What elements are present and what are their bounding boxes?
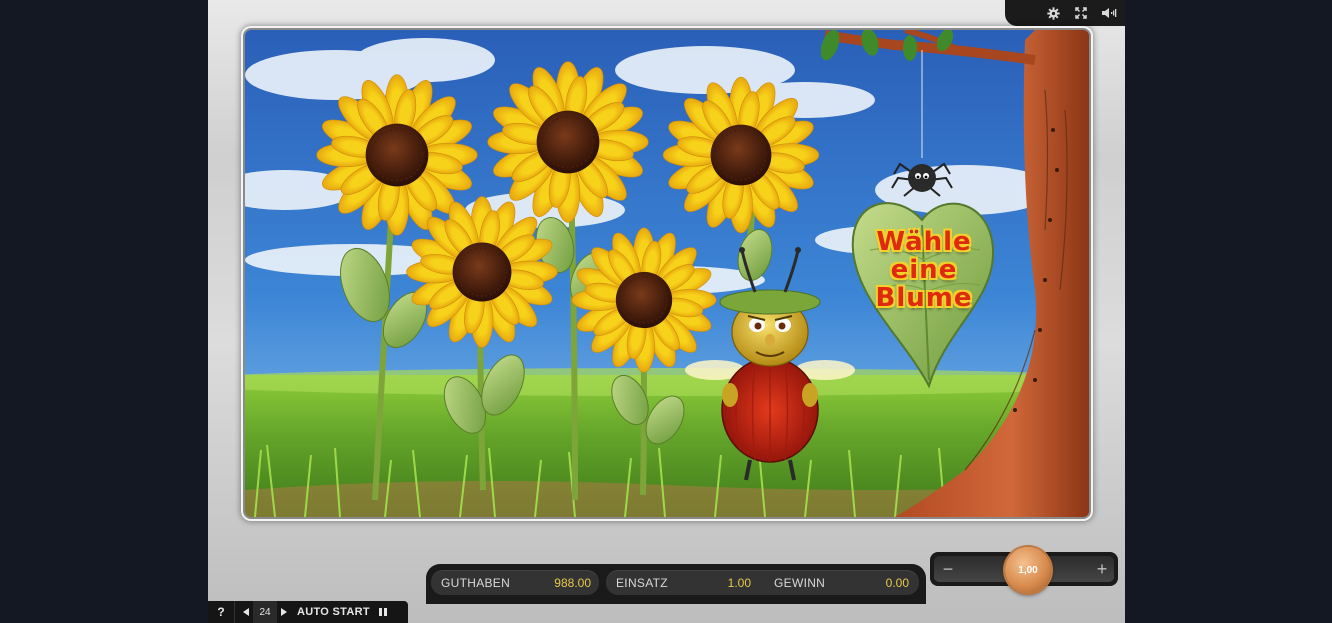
triangle-left-icon bbox=[243, 608, 249, 616]
prompt-text: Wähle eine Blume bbox=[849, 228, 999, 312]
sunflower-2[interactable] bbox=[486, 60, 650, 224]
pause-icon bbox=[378, 608, 387, 616]
speaker-icon[interactable] bbox=[1101, 5, 1117, 21]
lines-count: 24 bbox=[253, 601, 277, 623]
einsatz-value: 1.00 bbox=[727, 576, 751, 590]
lines-prev-button[interactable] bbox=[239, 601, 253, 623]
help-button[interactable]: ? bbox=[208, 601, 235, 623]
einsatz-label: EINSATZ bbox=[616, 576, 668, 590]
status-bar: GUTHABEN 988.00 EINSATZ 1.00 GEWINN 0.00 bbox=[426, 564, 926, 604]
autostart-button[interactable]: AUTO START bbox=[291, 601, 376, 623]
stake-plus-button[interactable]: + bbox=[1090, 556, 1114, 582]
gewinn-value: 0.00 bbox=[885, 576, 909, 590]
sunflower-3[interactable] bbox=[662, 76, 820, 234]
pause-button[interactable] bbox=[376, 601, 390, 623]
stake-selector: − + 1,00 bbox=[930, 547, 1118, 593]
einsatz-gewinn-cell: EINSATZ 1.00 GEWINN 0.00 bbox=[606, 570, 919, 595]
prompt-line-2: eine bbox=[890, 255, 958, 285]
game-screen: Wähle eine Blume bbox=[245, 30, 1089, 517]
guthaben-label: GUTHABEN bbox=[441, 576, 511, 590]
top-toolbar bbox=[1005, 0, 1125, 26]
sunflower-5[interactable] bbox=[570, 226, 718, 374]
stake-minus-button[interactable]: − bbox=[936, 556, 960, 582]
stake-chip[interactable]: 1,00 bbox=[1005, 547, 1051, 593]
guthaben-value: 988.00 bbox=[554, 576, 591, 590]
triangle-right-icon bbox=[281, 608, 287, 616]
sunflower-4[interactable] bbox=[405, 195, 559, 349]
lines-next-button[interactable] bbox=[277, 601, 291, 623]
prompt-line-3: Blume bbox=[875, 283, 973, 313]
gear-icon[interactable] bbox=[1045, 5, 1061, 21]
fullscreen-icon[interactable] bbox=[1073, 5, 1089, 21]
gewinn-label: GEWINN bbox=[774, 576, 826, 590]
guthaben-cell: GUTHABEN 988.00 bbox=[431, 570, 599, 595]
game-frame: Wähle eine Blume GUTHABEN 988.00 EINSATZ… bbox=[208, 0, 1125, 623]
prompt-line-1: Wähle bbox=[876, 227, 972, 257]
control-bar: ? 24 AUTO START bbox=[208, 601, 408, 623]
